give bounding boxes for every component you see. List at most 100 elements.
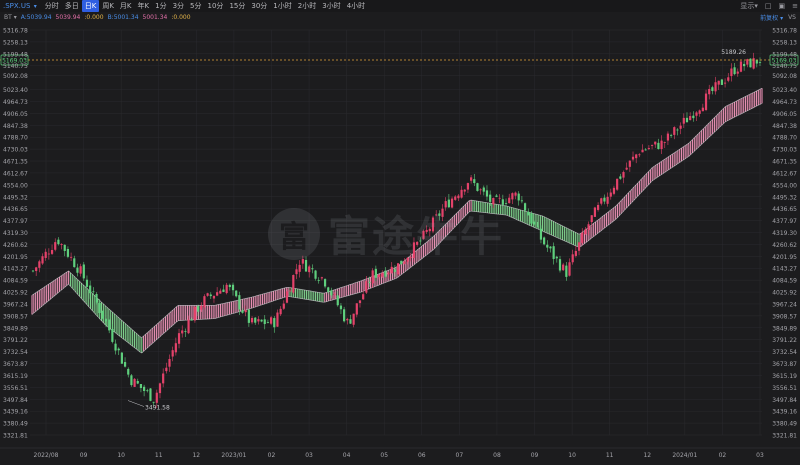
y-tick-label: 4201.95 [3,254,28,261]
candle-body [47,253,50,255]
candle-body [406,257,409,262]
x-tick-label: 2023/01 [221,452,246,459]
candle-body [355,303,358,315]
x-tick-label: 03 [305,452,313,459]
candle-body [466,183,470,190]
list-icon[interactable]: ≡ [792,2,798,10]
candle-body [73,258,76,268]
y-tick-label: 3908.57 [772,313,797,320]
x-tick-label: 07 [456,452,464,459]
candle-body [152,401,155,403]
candle-body [212,295,216,299]
y-tick-label: 5316.78 [3,28,28,35]
y-tick-label: 3497.84 [3,397,28,404]
compare-vs-button[interactable]: VS [788,14,796,21]
indicator-name-label: BT [4,14,12,21]
candle-body [498,197,501,199]
candle-body [485,190,489,197]
candle-body [495,195,498,197]
candle-body [593,207,597,217]
tab-15[interactable]: 4小时 [344,0,368,12]
candle-body [120,352,123,364]
candle-body [635,154,638,159]
y-tick-label: 3615.19 [3,373,28,380]
candle-body [460,189,463,198]
y-tick-label: 4612.67 [3,170,28,177]
y-tick-label: 4084.59 [3,278,28,285]
tab-9[interactable]: 10分 [205,0,227,12]
y-tick-label: 5258.13 [3,39,28,46]
high-annotation: 5189.26 [721,49,746,56]
indicator-name[interactable]: BT ▾ [4,14,17,21]
tab-11[interactable]: 30分 [248,0,270,12]
candle-body [339,305,343,310]
candle-body [228,284,231,288]
candle-body [660,140,663,150]
y-tick-label: 4964.73 [772,99,797,106]
chart-svg: 5169.03 5169.035189.263491.58 5316.785258… [0,28,800,459]
candle-body [371,270,374,284]
candle-body [260,319,263,322]
adjust-selector[interactable]: 前复权 ▾ [760,13,783,22]
candle-body [89,285,92,294]
candle-body [50,250,54,254]
y-tick-label: 3439.16 [772,409,797,416]
box-icon[interactable]: ▣ [779,2,786,10]
y-tick-label: 3556.51 [3,385,28,392]
tab-6[interactable]: 1分 [152,0,169,12]
candle-body [555,256,558,259]
candle-body [698,110,701,114]
symbol-selector[interactable]: .SPX.US ▾ [3,2,37,10]
candle-body [689,116,692,121]
candle-body [612,187,616,194]
candle-body [66,249,70,257]
y-tick-label: 3732.54 [772,349,797,356]
y-tick-label: 4495.32 [772,194,797,201]
tab-10[interactable]: 15分 [226,0,248,12]
y-tick-label: 5023.40 [3,87,28,94]
tab-12[interactable]: 1小时 [270,0,294,12]
tab-4[interactable]: 月K [117,0,135,12]
candlestick-chart[interactable]: 5169.03 5169.03 5189.26 3491.58 5316.78 5258… [0,23,800,461]
display-menu[interactable]: 显示▾ [740,1,758,11]
candle-body [431,217,435,232]
tab-2[interactable]: 日K [81,0,100,12]
x-tick-label: 11 [155,452,163,459]
candle-body [149,388,152,401]
y-tick-label: 4847.38 [772,123,797,130]
candle-body [638,154,641,156]
y-tick-label: 4377.97 [3,218,28,225]
candle-body [428,228,431,232]
tab-3[interactable]: 周K [99,0,117,12]
candle-body [530,213,533,224]
tab-5[interactable]: 年K [135,0,153,12]
y-tick-label: 4906.05 [772,111,797,118]
candle-body [489,194,492,202]
candle-body [441,208,444,217]
tab-0[interactable]: 分时 [42,0,62,12]
tab-13[interactable]: 2小时 [295,0,319,12]
candle-body [146,390,149,392]
tab-1[interactable]: 多日 [62,0,82,12]
candle-body [704,93,708,110]
tab-8[interactable]: 5分 [187,0,204,12]
candle-body [412,242,416,259]
candle-body [44,251,47,258]
candle-body [111,328,114,342]
tab-7[interactable]: 3分 [170,0,187,12]
candle-body [514,192,517,196]
candle-body [270,317,273,324]
candle-body [165,367,168,372]
square-icon[interactable]: □ [765,2,772,10]
candle-body [438,213,441,216]
candle-body [57,239,60,245]
candle-body [685,117,689,123]
candle-body [181,330,184,334]
candle-body [673,127,676,135]
tab-14[interactable]: 3小时 [319,0,343,12]
y-tick-label: 3439.16 [3,409,28,416]
candle-body [295,269,298,275]
candle-body [76,267,79,273]
toolbar-right: 显示▾ □ ▣ ≡ [740,0,798,12]
x-tick-label: 03 [756,452,764,459]
